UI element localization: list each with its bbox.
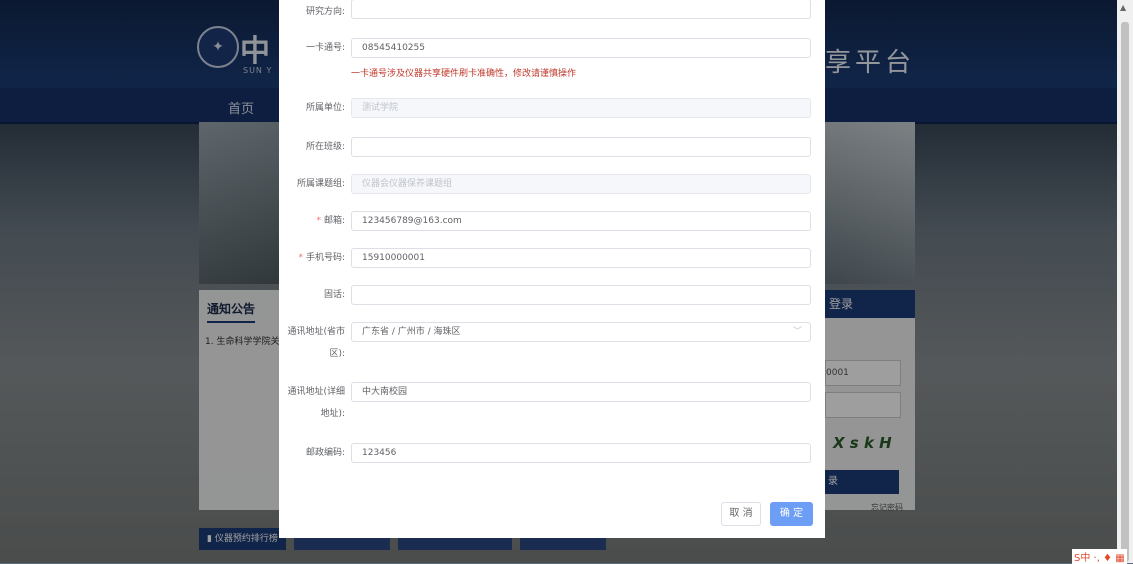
- edit-profile-dialog: 研究方向: 一卡通号: 08545410255 一卡通号涉及仪器共享硬件刷卡准确…: [279, 0, 825, 538]
- region-select-value: 广东省 / 广州市 / 海珠区: [362, 327, 461, 337]
- scroll-up-icon[interactable]: ▲: [1120, 3, 1126, 12]
- address-input[interactable]: 中大南校园: [351, 382, 811, 402]
- research-direction-input[interactable]: [351, 0, 811, 19]
- label-class: 所在班级:: [305, 142, 345, 152]
- label-unit: 所属单位:: [305, 103, 345, 113]
- class-input[interactable]: [351, 137, 811, 157]
- postcode-input[interactable]: 123456: [351, 443, 811, 463]
- page-scrollbar[interactable]: ▲: [1117, 0, 1133, 563]
- cancel-button[interactable]: 取 消: [721, 502, 761, 526]
- region-select[interactable]: 广东省 / 广州市 / 海珠区 ﹀: [351, 322, 811, 342]
- label-address: 通讯地址(详细地址):: [287, 387, 345, 419]
- card-number-warning: 一卡通号涉及仪器共享硬件刷卡准确性，修改请谨慎操作: [351, 69, 577, 79]
- landline-input[interactable]: [351, 285, 811, 305]
- phone-input[interactable]: 15910000001: [351, 248, 811, 268]
- label-card-number: 一卡通号:: [305, 43, 345, 53]
- label-region: 通讯地址(省市区):: [287, 327, 345, 359]
- label-postcode: 邮政编码:: [305, 448, 345, 458]
- confirm-button[interactable]: 确 定: [770, 502, 813, 526]
- ime-tray[interactable]: S中 ·, ♦ ▦: [1072, 549, 1127, 564]
- unit-input: 测试学院: [351, 98, 811, 118]
- email-input[interactable]: 123456789@163.com: [351, 211, 811, 231]
- required-mark: *: [298, 253, 303, 263]
- chevron-down-icon[interactable]: ﹀: [793, 323, 802, 341]
- research-group-input: 仪器会仪器保养课题组: [351, 174, 811, 194]
- label-landline: 固话:: [323, 290, 345, 300]
- label-research-group: 所属课题组:: [296, 179, 345, 189]
- required-mark: *: [316, 216, 321, 226]
- label-phone: * 手机号码:: [298, 253, 345, 263]
- label-research-direction: 研究方向:: [305, 7, 345, 17]
- card-number-input[interactable]: 08545410255: [351, 38, 811, 58]
- scrollbar-thumb[interactable]: [1121, 22, 1129, 562]
- label-email: * 邮箱:: [316, 216, 345, 226]
